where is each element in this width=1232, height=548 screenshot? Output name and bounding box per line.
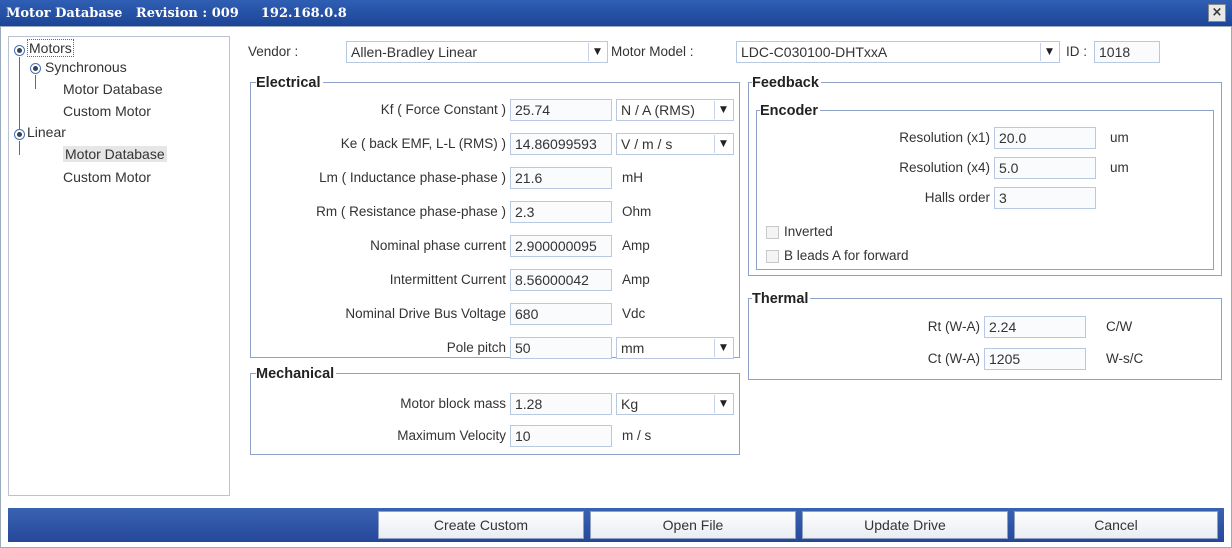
cancel-button[interactable]: Cancel [1014,511,1218,539]
unit-value: Kg [621,396,639,412]
motor-model-value: LDC-C030100-DHTxxA [741,44,888,60]
value-field[interactable]: 21.6 [510,167,612,189]
field-label: Ct (W-A) [927,351,980,366]
field-label: Intermittent Current [389,272,506,287]
tree-item-linear-custom-motor[interactable]: Custom Motor [63,169,151,185]
unit-select[interactable]: Kg ▼ [616,393,734,415]
field-label: Lm ( Inductance phase-phase ) [319,170,506,185]
unit-select[interactable]: N / A (RMS) ▼ [616,99,734,121]
id-label: ID : [1066,44,1088,59]
value-field[interactable]: 8.56000042 [510,269,612,291]
vendor-select[interactable]: Allen-Bradley Linear ▼ [346,41,608,63]
chevron-down-icon[interactable]: ▼ [714,339,732,357]
feedback-title: Feedback [752,75,821,91]
title-bar: Motor Database Revision : 009 192.168.0.… [0,0,1232,26]
field-label: Halls order [924,190,990,205]
synchronous-node-icon[interactable] [30,63,41,74]
value-field[interactable]: 1.28 [510,393,612,415]
field-label: Resolution (x4) [899,160,990,175]
field-label: Maximum Velocity [397,428,506,443]
thermal-title: Thermal [752,291,811,307]
field-label: Rm ( Resistance phase-phase ) [316,204,506,219]
value-field[interactable]: 20.0 [994,127,1096,149]
motors-node-icon[interactable] [14,45,25,56]
tree-connector [19,57,20,135]
close-button[interactable]: × [1208,4,1226,22]
motor-model-select[interactable]: LDC-C030100-DHTxxA ▼ [736,41,1060,63]
update-drive-button[interactable]: Update Drive [802,511,1008,539]
unit-label: C/W [1106,319,1133,334]
unit-value: V / m / s [621,136,673,152]
tree-connector [19,141,20,155]
mechanical-title: Mechanical [256,366,337,382]
electrical-title: Electrical [256,75,323,91]
unit-label: um [1110,130,1129,145]
unit-label: mH [622,170,643,185]
unit-select[interactable]: V / m / s ▼ [616,133,734,155]
chevron-down-icon[interactable]: ▼ [714,101,732,119]
value-field[interactable]: 3 [994,187,1096,209]
tree-item-sync-custom-motor[interactable]: Custom Motor [63,103,151,119]
chevron-down-icon[interactable]: ▼ [1040,43,1058,61]
value-field[interactable]: 2.24 [984,316,1086,338]
unit-label: Amp [622,238,650,253]
tree-item-synchronous[interactable]: Synchronous [45,59,127,75]
unit-label: W-s/C [1106,351,1144,366]
unit-label: Ohm [622,204,652,219]
field-label: Kf ( Force Constant ) [380,102,506,117]
motor-model-label: Motor Model : [611,44,694,59]
unit-value: N / A (RMS) [621,102,695,118]
field-label: Nominal phase current [370,238,506,253]
vendor-value: Allen-Bradley Linear [351,44,478,60]
value-field[interactable]: 50 [510,337,612,359]
b-leads-a-checkbox[interactable] [766,250,779,263]
value-field[interactable]: 1205 [984,348,1086,370]
field-label: Nominal Drive Bus Voltage [345,306,506,321]
value-field[interactable]: 5.0 [994,157,1096,179]
unit-label: um [1110,160,1129,175]
unit-value: mm [621,340,645,356]
tree-connector [35,75,36,89]
chevron-down-icon[interactable]: ▼ [714,395,732,413]
value-field[interactable]: 14.86099593 [510,133,612,155]
value-field[interactable]: 10 [510,425,612,447]
unit-label: Vdc [622,306,646,321]
encoder-title: Encoder [760,103,821,119]
field-label: Ke ( back EMF, L-L (RMS) ) [340,136,506,151]
value-field[interactable]: 680 [510,303,612,325]
value-field[interactable]: 2.900000095 [510,235,612,257]
tree-item-motors[interactable]: Motors [27,39,74,57]
field-label: Rt (W-A) [927,319,980,334]
create-custom-button[interactable]: Create Custom [378,511,584,539]
b-leads-a-label: B leads A for forward [784,248,909,263]
button-bar: Create Custom Open File Update Drive Can… [8,508,1224,542]
field-label: Pole pitch [446,340,506,355]
vendor-label: Vendor : [248,44,299,59]
value-field[interactable]: 25.74 [510,99,612,121]
tree-item-linear-motor-database[interactable]: Motor Database [63,146,167,162]
unit-label: m / s [622,428,652,443]
id-field[interactable]: 1018 [1094,41,1160,63]
tree-item-sync-motor-database[interactable]: Motor Database [63,81,163,97]
value-field[interactable]: 2.3 [510,201,612,223]
inverted-checkbox[interactable] [766,226,779,239]
field-label: Motor block mass [400,396,506,411]
open-file-button[interactable]: Open File [590,511,796,539]
motor-tree: Motors Synchronous Motor Database Custom… [8,36,230,496]
inverted-label: Inverted [784,224,833,239]
field-label: Resolution (x1) [899,130,990,145]
chevron-down-icon[interactable]: ▼ [588,43,606,61]
unit-select[interactable]: mm ▼ [616,337,734,359]
unit-label: Amp [622,272,650,287]
tree-item-linear[interactable]: Linear [27,124,66,140]
ip-address: 192.168.0.8 [260,5,347,21]
chevron-down-icon[interactable]: ▼ [714,135,732,153]
linear-node-icon[interactable] [14,129,25,140]
window-title: Motor Database Revision : 009 [6,5,239,21]
